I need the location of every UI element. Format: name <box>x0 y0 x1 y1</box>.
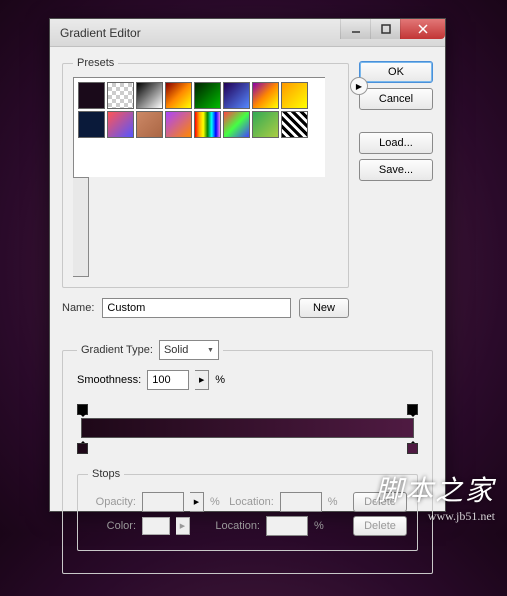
preset-swatch[interactable] <box>194 82 221 109</box>
opacity-stepper: ▶ <box>190 492 204 512</box>
color-stop-right[interactable] <box>407 441 418 454</box>
color-location-input <box>266 516 308 536</box>
pct: % <box>328 496 338 508</box>
opacity-location-input <box>280 492 322 512</box>
preset-swatch[interactable] <box>252 111 279 138</box>
presets-fieldset: Presets <box>62 57 349 288</box>
presets-scrollbar[interactable] <box>73 177 89 277</box>
smoothness-input[interactable] <box>147 370 189 390</box>
watermark-url: www.jb51.net <box>375 509 495 524</box>
preset-swatch[interactable] <box>194 111 221 138</box>
smoothness-unit: % <box>215 374 225 386</box>
preset-swatch[interactable] <box>281 82 308 109</box>
window-title: Gradient Editor <box>60 26 141 40</box>
watermark-text: 脚本之家 <box>375 469 495 509</box>
preset-swatch[interactable] <box>107 82 134 109</box>
pct: % <box>210 496 220 508</box>
location-label: Location: <box>226 496 274 508</box>
opacity-input <box>142 492 184 512</box>
watermark: 脚本之家 www.jb51.net <box>375 469 495 524</box>
preset-swatch[interactable] <box>78 82 105 109</box>
pct: % <box>314 520 324 532</box>
color-well <box>142 517 170 535</box>
location-label: Location: <box>212 520 260 532</box>
new-button[interactable]: New <box>299 298 349 318</box>
stops-fieldset: Stops Opacity: ▶ % Location: % Delete Co… <box>77 468 418 551</box>
gradient-bar-editor[interactable] <box>77 404 418 454</box>
gradient-type-select[interactable]: Solid <box>159 340 219 360</box>
ok-button[interactable]: OK <box>359 61 433 83</box>
smoothness-stepper[interactable]: ▶ <box>195 370 209 390</box>
window-controls <box>340 19 445 39</box>
titlebar[interactable]: Gradient Editor <box>50 19 445 47</box>
color-stop-left[interactable] <box>77 441 88 454</box>
minimize-button[interactable] <box>340 19 370 39</box>
preset-swatch[interactable] <box>107 111 134 138</box>
color-well-picker: ▶ <box>176 517 190 535</box>
name-input[interactable] <box>102 298 291 318</box>
preset-swatch[interactable] <box>78 111 105 138</box>
cancel-button[interactable]: Cancel <box>359 88 433 110</box>
preset-swatch[interactable] <box>223 111 250 138</box>
close-button[interactable] <box>400 19 445 39</box>
gradient-bar[interactable] <box>81 418 414 438</box>
presets-menu-button[interactable]: ▶ <box>350 77 368 95</box>
presets-grid[interactable] <box>73 77 325 177</box>
gradient-type-label: Gradient Type: <box>81 344 153 356</box>
preset-swatch[interactable] <box>252 82 279 109</box>
preset-swatch[interactable] <box>223 82 250 109</box>
opacity-label: Opacity: <box>88 496 136 508</box>
opacity-stop-right[interactable] <box>407 404 418 417</box>
presets-legend: Presets <box>73 57 118 69</box>
load-button[interactable]: Load... <box>359 132 433 154</box>
smoothness-label: Smoothness: <box>77 374 141 386</box>
preset-swatch[interactable] <box>165 82 192 109</box>
preset-swatch[interactable] <box>136 82 163 109</box>
preset-swatch[interactable] <box>281 111 308 138</box>
color-label: Color: <box>88 520 136 532</box>
preset-swatch[interactable] <box>136 111 163 138</box>
gradient-fieldset: Gradient Type: Solid Smoothness: ▶ % Sto… <box>62 340 433 574</box>
preset-swatch[interactable] <box>165 111 192 138</box>
name-label: Name: <box>62 302 94 314</box>
stops-legend: Stops <box>88 468 124 480</box>
opacity-stop-left[interactable] <box>77 404 88 417</box>
maximize-button[interactable] <box>370 19 400 39</box>
gradient-editor-dialog: Gradient Editor Presets <box>49 18 446 512</box>
save-button[interactable]: Save... <box>359 159 433 181</box>
